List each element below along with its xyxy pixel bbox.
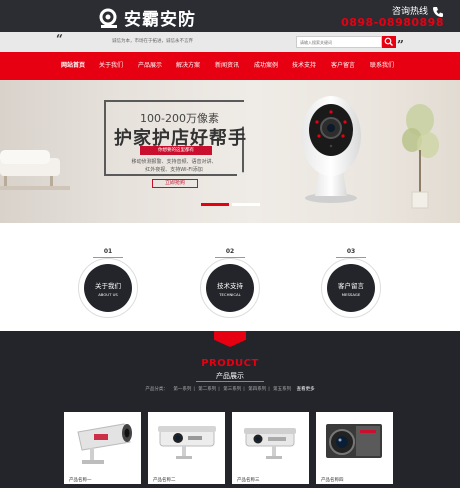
divider xyxy=(196,381,264,382)
feature-title: 客户留言 xyxy=(338,282,364,290)
camera-image xyxy=(301,96,361,203)
feature-title: 技术支持 xyxy=(217,282,243,290)
slider-dots xyxy=(201,203,260,206)
category-label: 产品分类： xyxy=(145,387,168,392)
slider-dot[interactable] xyxy=(201,203,229,206)
feature-subtitle: MESSAGE xyxy=(341,292,361,297)
logo-icon xyxy=(98,7,120,29)
product-section: PRODUCT 产品展示 产品分类： 第一系列 | 第二系列 | 第三系列 | 第四系… xyxy=(0,331,460,488)
product-name: 产品名称二 xyxy=(153,478,176,483)
section-marker xyxy=(214,331,246,347)
sofa-image xyxy=(0,150,70,190)
product-title-en: PRODUCT xyxy=(201,358,259,369)
logo[interactable]: 安霸安防 xyxy=(98,5,196,30)
card-bar xyxy=(148,484,225,488)
buy-now-button[interactable]: 立即抢购 xyxy=(152,179,198,188)
product-card[interactable]: 产品名称二 xyxy=(148,412,225,488)
phone-icon xyxy=(432,3,444,17)
feature-number: 03 xyxy=(346,248,356,255)
product-card[interactable]: 产品名称三 xyxy=(232,412,309,488)
category-link[interactable]: 第五系列 xyxy=(273,387,291,392)
card-bar xyxy=(232,484,309,488)
feature-subtitle: ABOUT US xyxy=(98,292,118,297)
feature-circle: 关于我们 ABOUT US xyxy=(84,264,132,312)
category-link[interactable]: 第一系列 xyxy=(173,387,191,392)
feature-heading: 02 xyxy=(195,248,265,258)
feature-about[interactable]: 关于我们 ABOUT US xyxy=(78,258,138,318)
product-image xyxy=(148,412,225,472)
product-image xyxy=(64,412,141,472)
banner-desc-line: 红外夜视、支持WI-FI添加 xyxy=(145,167,203,173)
tagline: 诚信为本，市场在于拓进，诚信永不言弃 xyxy=(112,39,193,44)
slider-dot[interactable] xyxy=(232,203,260,206)
feature-number: 01 xyxy=(103,248,113,255)
product-name: 产品名称三 xyxy=(237,478,260,483)
product-categories: 产品分类： 第一系列 | 第二系列 | 第三系列 | 第四系列 | 第五系列 查看更多 xyxy=(145,387,315,392)
hotline-number: 0898-08980898 xyxy=(341,16,444,29)
card-bar xyxy=(64,484,141,488)
search-strip: “ 诚信为本，市场在于拓进，诚信永不言弃 ” xyxy=(0,32,460,52)
card-bar xyxy=(316,484,393,488)
feature-heading: 03 xyxy=(316,248,386,258)
hero-banner[interactable]: 100-200万像素 护家护店好帮手 你想要的这里都有 移动侦测报警、支持音频、… xyxy=(0,80,460,223)
view-more-link[interactable]: 查看更多 xyxy=(297,387,315,392)
feature-support[interactable]: 技术支持 TECHNICAL xyxy=(200,258,260,318)
nav-contact[interactable]: 联系我们 xyxy=(359,52,405,80)
feature-message[interactable]: 客户留言 MESSAGE xyxy=(321,258,381,318)
top-header: 安霸安防 咨询热线 0898-08980898 xyxy=(0,0,460,32)
quote-open: “ xyxy=(56,32,63,46)
feature-title: 关于我们 xyxy=(95,282,121,290)
product-card[interactable]: 产品名称四 xyxy=(316,412,393,488)
product-card[interactable]: 产品名称一 xyxy=(64,412,141,488)
product-name: 产品名称四 xyxy=(321,478,344,483)
search-input[interactable] xyxy=(296,36,382,48)
main-nav: 网站首页 关于我们 产品展示 解决方案 新闻资讯 成功案例 技术支持 客户留言 … xyxy=(0,52,460,80)
category-link[interactable]: 第四系列 xyxy=(248,387,266,392)
product-name: 产品名称一 xyxy=(69,478,92,483)
banner-tag: 你想要的这里都有 xyxy=(140,146,212,155)
feature-circle: 技术支持 TECHNICAL xyxy=(206,264,254,312)
feature-number: 02 xyxy=(225,248,235,255)
product-image xyxy=(316,412,393,472)
plant-image xyxy=(402,104,439,209)
category-link[interactable]: 第二系列 xyxy=(198,387,216,392)
feature-subtitle: TECHNICAL xyxy=(219,292,241,297)
quote-close: ” xyxy=(397,38,404,52)
product-title-cn: 产品展示 xyxy=(216,372,244,380)
logo-text: 安霸安防 xyxy=(124,10,196,30)
banner-desc-line: 移动侦测报警、支持音频、语音对讲、 xyxy=(131,159,217,165)
search-button[interactable] xyxy=(382,36,396,48)
banner-description: 移动侦测报警、支持音频、语音对讲、 红外夜视、支持WI-FI添加 xyxy=(118,158,230,174)
product-image xyxy=(232,412,309,472)
feature-circle: 客户留言 MESSAGE xyxy=(327,264,375,312)
category-link[interactable]: 第三系列 xyxy=(223,387,241,392)
feature-heading: 01 xyxy=(73,248,143,258)
search-icon xyxy=(384,37,393,46)
